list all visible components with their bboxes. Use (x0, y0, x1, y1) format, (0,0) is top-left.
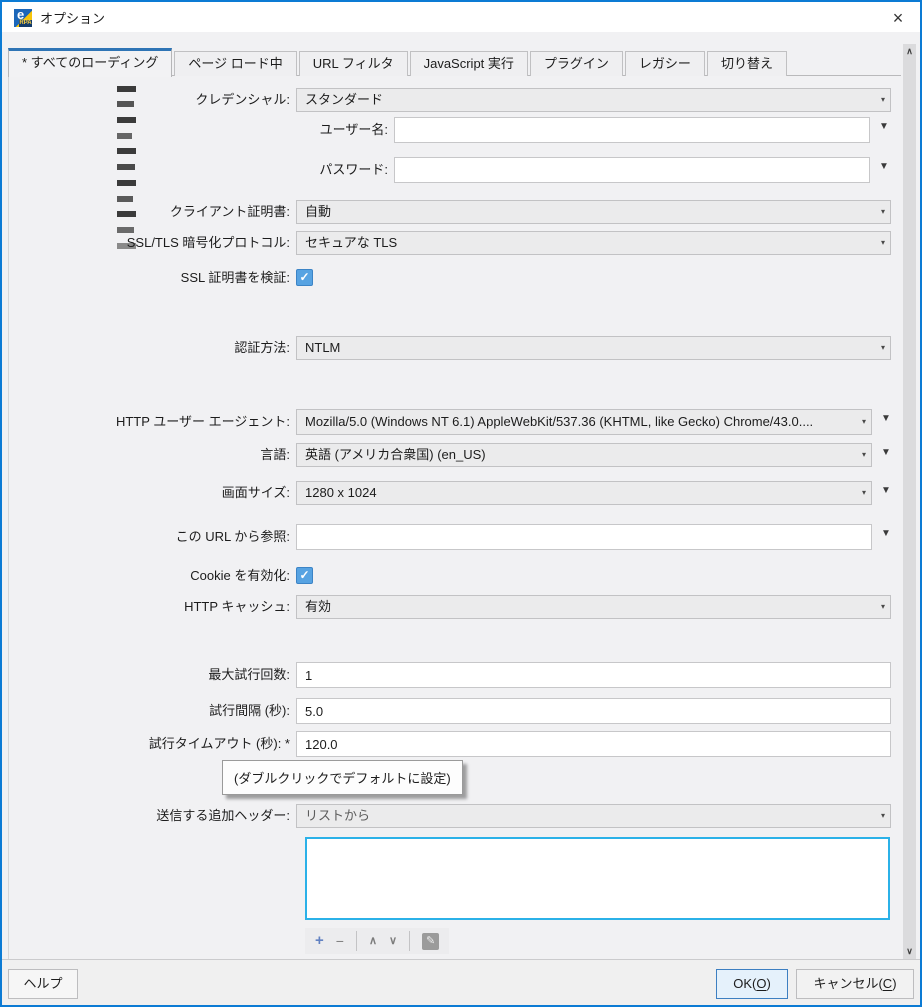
password-input[interactable] (394, 157, 870, 183)
tab-url-filter[interactable]: URL フィルタ (299, 51, 408, 76)
client-certificates-label: クライアント証明書: (0, 200, 290, 224)
attempt-timeout-input[interactable] (296, 731, 891, 757)
toolbar-separator (409, 931, 410, 951)
chevron-down-icon: ▾ (881, 232, 885, 254)
max-attempts-input[interactable] (296, 662, 891, 688)
tab-all-loading[interactable]: * すべてのローディング (8, 48, 172, 77)
verify-ssl-label: SSL 証明書を検証: (0, 269, 290, 286)
username-dropdown-icon[interactable]: ▼ (876, 121, 892, 132)
auth-method-combo[interactable]: NTLM ▾ (296, 336, 891, 360)
tab-switching[interactable]: 切り替え (707, 51, 787, 76)
extra-headers-combo[interactable]: リストから ▾ (296, 804, 891, 828)
attempt-timeout-label: 試行タイムアウト (秒): * (0, 731, 290, 757)
language-combo[interactable]: 英語 (アメリカ合衆国) (en_US) ▾ (296, 443, 872, 467)
attempt-interval-label: 試行間隔 (秒): (0, 698, 290, 724)
screen-size-combo[interactable]: 1280 x 1024 ▾ (296, 481, 872, 505)
chevron-down-icon: ▾ (881, 596, 885, 618)
tab-plugins[interactable]: プラグイン (530, 51, 623, 76)
language-label: 言語: (0, 443, 290, 467)
tab-page-loading[interactable]: ページ ロード中 (174, 51, 296, 76)
screen-size-value: 1280 x 1024 (305, 485, 377, 500)
referrer-url-label: この URL から参照: (0, 524, 290, 550)
credential-value: スタンダード (305, 92, 383, 107)
tab-legacy[interactable]: レガシー (625, 51, 705, 76)
chevron-down-icon: ▾ (881, 89, 885, 111)
http-cache-combo[interactable]: 有効 ▾ (296, 595, 891, 619)
credential-label: クレデンシャル: (0, 88, 290, 112)
referrer-url-dropdown-icon[interactable]: ▼ (878, 528, 894, 539)
tab-javascript-exec[interactable]: JavaScript 実行 (410, 51, 528, 76)
ok-mnemonic: O (756, 976, 766, 991)
max-attempts-label: 最大試行回数: (0, 662, 290, 688)
ssl-tls-protocol-combo[interactable]: セキュアな TLS ▾ (296, 231, 891, 255)
ok-button[interactable]: OK(O) (716, 969, 788, 999)
user-agent-dropdown-icon[interactable]: ▼ (878, 413, 894, 424)
referrer-url-input[interactable] (296, 524, 872, 550)
move-down-icon[interactable]: ∨ (389, 928, 397, 954)
ok-label: OK( (733, 976, 756, 991)
language-dropdown-icon[interactable]: ▼ (878, 447, 894, 458)
scroll-down-icon[interactable]: ∨ (903, 944, 916, 959)
toolbar-separator (356, 931, 357, 951)
chevron-down-icon: ▾ (862, 410, 866, 434)
ssl-tls-protocol-value: セキュアな TLS (305, 235, 397, 250)
extra-headers-label: 送信する追加ヘッダー: (0, 804, 290, 828)
headers-list-toolbar: + − ∧ ∨ ✎ (305, 928, 449, 954)
credential-combo[interactable]: スタンダード ▾ (296, 88, 891, 112)
title-bar: e RPA オプション × (2, 2, 920, 32)
verify-ssl-checkbox[interactable]: ✓ (296, 269, 313, 286)
username-input[interactable] (394, 117, 870, 143)
attempt-interval-input[interactable] (296, 698, 891, 724)
cancel-label: キャンセル( (813, 976, 882, 991)
check-icon: ✓ (299, 568, 309, 582)
auth-method-value: NTLM (305, 340, 340, 355)
chevron-down-icon: ▾ (881, 337, 885, 359)
options-dialog: e RPA オプション × * すべてのローディング ページ ロード中 URL … (0, 0, 922, 1007)
chevron-down-icon: ▾ (862, 482, 866, 504)
user-agent-label: HTTP ユーザー エージェント: (0, 409, 290, 435)
password-label: パスワード: (0, 157, 388, 183)
user-agent-value: Mozilla/5.0 (Windows NT 6.1) AppleWebKit… (305, 414, 813, 429)
http-cache-value: 有効 (305, 599, 331, 614)
move-up-icon[interactable]: ∧ (369, 928, 377, 954)
dialog-title: オプション (40, 4, 105, 34)
language-value: 英語 (アメリカ合衆国) (en_US) (305, 447, 486, 462)
tab-strip: * すべてのローディング ページ ロード中 URL フィルタ JavaScrip… (8, 47, 789, 76)
remove-icon[interactable]: − (336, 928, 344, 954)
chevron-down-icon: ▾ (881, 805, 885, 827)
check-icon: ✓ (299, 270, 309, 284)
username-label: ユーザー名: (0, 117, 388, 143)
ok-label-close: ) (766, 976, 770, 991)
extra-headers-value: リストから (305, 808, 370, 823)
cancel-button[interactable]: キャンセル(C) (796, 969, 914, 999)
screen-size-label: 画面サイズ: (0, 481, 290, 505)
cancel-label-close: ) (892, 976, 896, 991)
password-dropdown-icon[interactable]: ▼ (876, 161, 892, 172)
edit-icon[interactable]: ✎ (422, 933, 439, 950)
scrollbar-track[interactable] (903, 44, 916, 959)
auth-method-label: 認証方法: (0, 336, 290, 360)
app-icon: e RPA (14, 9, 32, 27)
client-certificates-combo[interactable]: 自動 ▾ (296, 200, 891, 224)
cancel-mnemonic: C (883, 976, 892, 991)
http-cache-label: HTTP キャッシュ: (0, 595, 290, 619)
enable-cookies-checkbox[interactable]: ✓ (296, 567, 313, 584)
ssl-tls-protocol-label: SSL/TLS 暗号化プロトコル: (0, 231, 290, 255)
enable-cookies-label: Cookie を有効化: (0, 567, 290, 584)
default-hint-tooltip: (ダブルクリックでデフォルトに設定) (222, 760, 463, 795)
help-button[interactable]: ヘルプ (8, 969, 78, 999)
screen-size-dropdown-icon[interactable]: ▼ (878, 485, 894, 496)
chevron-down-icon: ▾ (881, 201, 885, 223)
chevron-down-icon: ▾ (862, 444, 866, 466)
screen-artifact (117, 148, 136, 154)
client-certificates-value: 自動 (305, 204, 331, 219)
add-icon[interactable]: + (315, 928, 324, 954)
user-agent-combo[interactable]: Mozilla/5.0 (Windows NT 6.1) AppleWebKit… (296, 409, 872, 435)
app-icon-rpa-label: RPA (19, 20, 32, 27)
scroll-up-icon[interactable]: ∧ (903, 44, 916, 59)
close-icon[interactable]: × (884, 4, 912, 32)
headers-list[interactable] (305, 837, 890, 920)
